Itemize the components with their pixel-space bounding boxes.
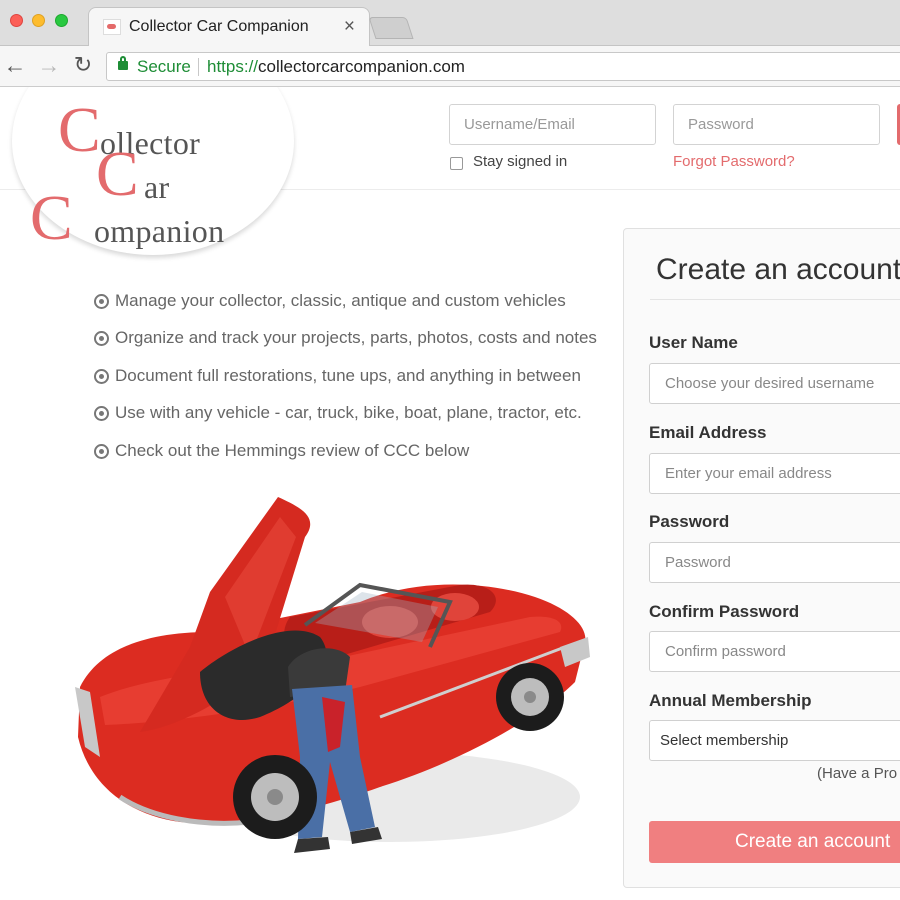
login-username-input[interactable]: Username/Email bbox=[449, 104, 656, 145]
membership-select[interactable]: Select membership bbox=[649, 720, 900, 761]
password-input[interactable]: Password bbox=[649, 542, 900, 583]
browser-tab-bar: Collector Car Companion × bbox=[0, 0, 900, 47]
site-favicon-icon bbox=[103, 19, 121, 35]
radio-bullet-icon bbox=[94, 406, 109, 421]
signup-title: Create an account bbox=[656, 253, 900, 286]
login-password-input[interactable]: Password bbox=[673, 104, 880, 145]
red-convertible-car-image bbox=[75, 497, 590, 853]
membership-label: Annual Membership bbox=[649, 691, 812, 710]
email-label: Email Address bbox=[649, 423, 767, 442]
radio-bullet-icon bbox=[94, 444, 109, 459]
email-input[interactable]: Enter your email address bbox=[649, 453, 900, 494]
forgot-password-link[interactable]: Forgot Password? bbox=[673, 153, 795, 170]
confirm-password-label: Confirm Password bbox=[649, 602, 800, 621]
back-arrow-icon[interactable]: ← bbox=[2, 52, 28, 78]
radio-bullet-icon bbox=[94, 294, 109, 309]
tab-close-icon[interactable]: × bbox=[344, 16, 355, 38]
url-text[interactable]: https://collectorcarcompanion.com bbox=[207, 57, 465, 77]
close-window-button[interactable] bbox=[10, 14, 23, 27]
stay-signed-in-label[interactable]: Stay signed in bbox=[473, 153, 567, 170]
signup-card: Create an account User Name Choose your … bbox=[623, 228, 900, 888]
address-separator bbox=[198, 58, 199, 76]
forward-arrow-icon[interactable]: → bbox=[36, 52, 62, 78]
address-bar[interactable]: Secure https://collectorcarcompanion.com bbox=[106, 52, 900, 81]
password-label: Password bbox=[649, 512, 730, 531]
create-account-button[interactable]: Create an account bbox=[649, 821, 900, 863]
reload-icon[interactable]: ↻ bbox=[70, 52, 96, 78]
confirm-password-input[interactable]: Confirm password bbox=[649, 631, 900, 672]
new-tab-button[interactable] bbox=[368, 17, 414, 39]
page-content: C ollector C ar C ompanion Username/Emai… bbox=[0, 87, 900, 900]
secure-label: Secure bbox=[137, 57, 191, 76]
tab-title: Collector Car Companion bbox=[129, 18, 309, 35]
radio-bullet-icon bbox=[94, 369, 109, 384]
site-logo[interactable]: C ollector C ar C ompanion bbox=[30, 87, 290, 253]
promo-code-link[interactable]: (Have a Pro bbox=[817, 765, 897, 782]
browser-tab[interactable]: Collector Car Companion × bbox=[88, 7, 370, 47]
maximize-window-button[interactable] bbox=[55, 14, 68, 27]
url-scheme: https:// bbox=[207, 57, 259, 76]
username-label: User Name bbox=[649, 333, 738, 352]
minimize-window-button[interactable] bbox=[32, 14, 45, 27]
signup-divider bbox=[650, 299, 900, 300]
url-host: collectorcarcompanion.com bbox=[258, 57, 465, 76]
lock-icon bbox=[118, 56, 128, 70]
username-input[interactable]: Choose your desired username bbox=[649, 363, 900, 404]
stay-signed-in-checkbox[interactable] bbox=[450, 157, 463, 170]
radio-bullet-icon bbox=[94, 331, 109, 346]
browser-toolbar: ← → ↻ Secure https://collectorcarcompani… bbox=[0, 46, 900, 87]
